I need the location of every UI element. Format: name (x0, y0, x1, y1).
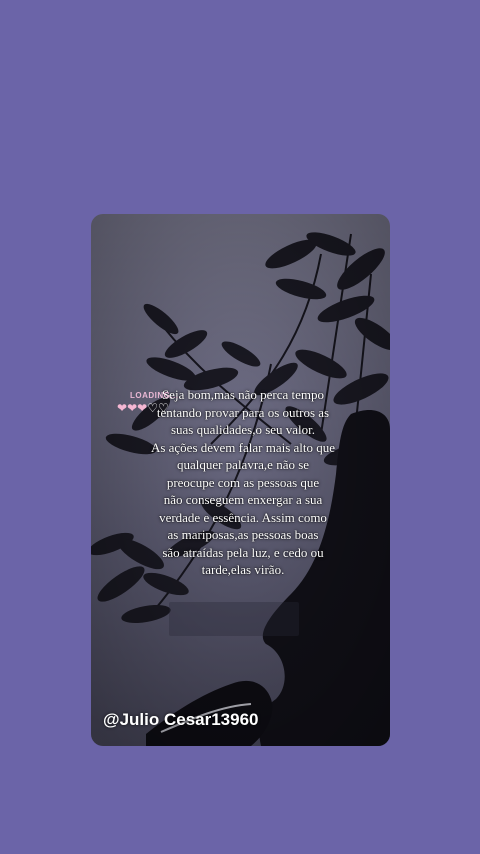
loading-label: LOADING... (130, 391, 179, 400)
author-handle: @Julio Cesar13960 (103, 710, 259, 729)
quote-line: qualquer palavra,e não se (176, 457, 310, 472)
quote-line: tentando provar para os outros as (156, 404, 330, 420)
heart-filled-icon: ❤ (127, 401, 138, 415)
heart-filled-icon: ❤ (117, 401, 128, 415)
quote-text: Seja bom,mas não perca tempo tentando pr… (143, 386, 343, 579)
heart-outline-icon: ♡ (147, 401, 158, 415)
quote-line: as mariposas,as pessoas boas (167, 527, 319, 542)
loading-hearts: ❤❤❤♡♡ (117, 401, 169, 415)
photo-card: Seja bom,mas não perca tempo tentando pr… (91, 214, 390, 746)
heart-filled-icon: ❤ (137, 401, 148, 415)
quote-line: tarde,elas virão. (201, 562, 285, 577)
quote-line: verdade e essência. Assim como (159, 509, 327, 525)
heart-outline-icon: ♡ (157, 401, 169, 415)
quote-line: não conseguem enxergar a sua (163, 492, 323, 507)
quote-line: preocupe com as pessoas que (166, 474, 320, 490)
loading-panel (169, 602, 299, 636)
quote-line: são atraídas pela luz, e cedo ou (162, 544, 324, 560)
quote-line: As ações devem falar mais alto que (150, 439, 336, 455)
quote-line: suas qualidades,o seu valor. (170, 422, 316, 437)
